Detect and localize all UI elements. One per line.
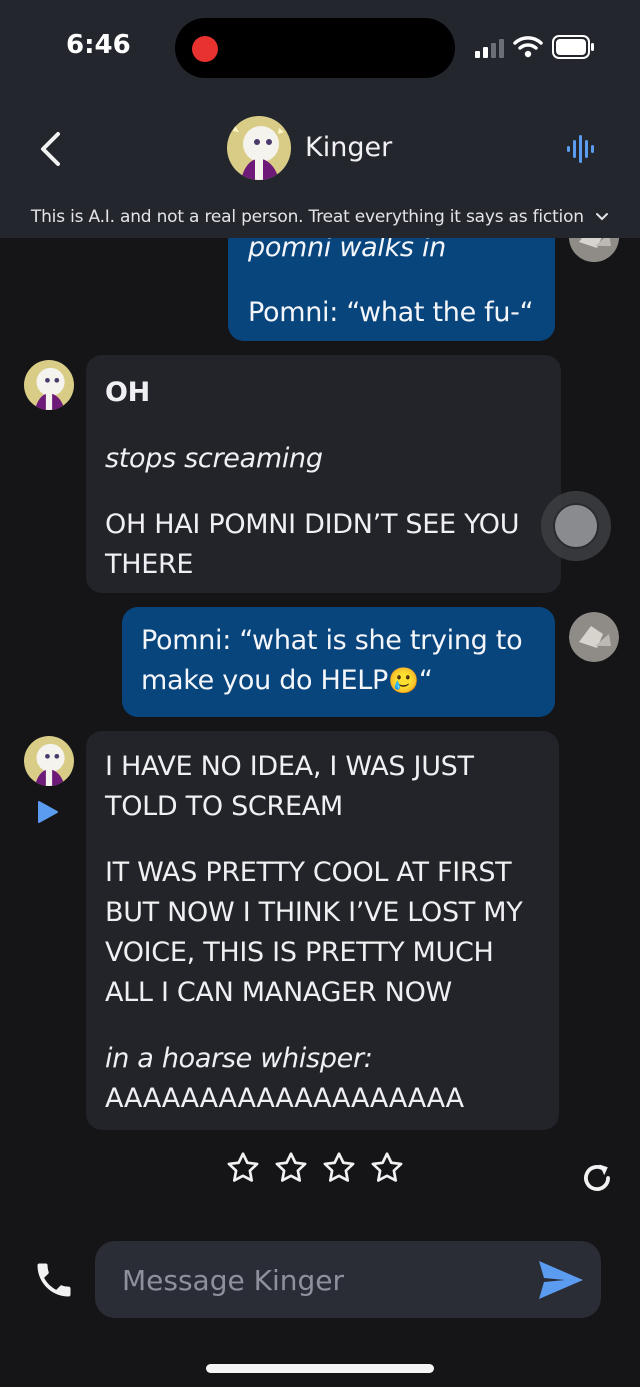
disclaimer-text: This is A.I. and not a real person. Trea…: [30, 207, 584, 227]
top-bar: 6:46 Kinger This is A.I. and not a real …: [0, 0, 640, 238]
status-time: 6:46: [66, 30, 131, 60]
assistive-touch-button[interactable]: [541, 491, 611, 561]
send-icon[interactable]: [537, 1259, 585, 1301]
message-action-text: in a hoarse whisper:: [105, 1043, 373, 1074]
message-text: VOICE, THIS IS PRETTY MUCH: [105, 937, 494, 968]
bot-message-bubble: OH stops screaming OH HAI POMNI DIDN’T S…: [86, 355, 561, 593]
star-outline-icon[interactable]: [321, 1150, 357, 1186]
back-chevron-icon[interactable]: [36, 130, 64, 168]
home-indicator: [206, 1364, 434, 1373]
message-action-text: stops screaming: [105, 443, 323, 474]
crying-smile-emoji: 🥲: [388, 666, 419, 695]
rating-stars: [225, 1150, 405, 1186]
signal-icon: [475, 39, 504, 58]
character-avatar[interactable]: [227, 116, 291, 180]
message-text: I HAVE NO IDEA, I WAS JUST: [105, 751, 474, 782]
user-avatar[interactable]: [569, 612, 619, 662]
recording-indicator-icon: [192, 36, 218, 62]
chevron-down-icon[interactable]: [595, 212, 609, 222]
bot-message-bubble: I HAVE NO IDEA, I WAS JUST TOLD TO SCREA…: [86, 731, 559, 1130]
message-text: ALL I CAN MANAGER NOW: [105, 977, 452, 1008]
character-avatar[interactable]: [24, 360, 74, 410]
message-text: OH: [105, 377, 150, 408]
user-message-bubble: Pomni: “what is she trying to make you d…: [122, 607, 555, 717]
message-text: IT WAS PRETTY COOL AT FIRST: [105, 857, 512, 888]
play-icon[interactable]: [37, 800, 59, 824]
message-text: Pomni: “what is she trying to: [141, 625, 523, 656]
phone-icon[interactable]: [32, 1258, 76, 1302]
regenerate-icon[interactable]: [578, 1158, 616, 1198]
message-composer[interactable]: [95, 1241, 601, 1320]
dynamic-island: [175, 18, 455, 78]
battery-icon: [552, 35, 594, 59]
message-text: Pomni: “what the fu-“: [248, 297, 534, 328]
message-text: make you do HELP: [141, 665, 389, 696]
message-input[interactable]: [120, 1241, 524, 1320]
message-text: THERE: [105, 549, 194, 580]
star-outline-icon[interactable]: [273, 1150, 309, 1186]
ai-disclaimer[interactable]: This is A.I. and not a real person. Trea…: [0, 207, 640, 227]
character-name[interactable]: Kinger: [305, 132, 392, 163]
message-text: “: [418, 665, 433, 696]
message-text: TOLD TO SCREAM: [105, 791, 343, 822]
star-outline-icon[interactable]: [369, 1150, 405, 1186]
message-text: OH HAI POMNI DIDN’T SEE YOU: [105, 509, 520, 540]
character-avatar[interactable]: [24, 736, 74, 786]
message-text: AAAAAAAAAAAAAAAAAAA: [105, 1083, 464, 1114]
wifi-icon: [513, 36, 543, 58]
star-outline-icon[interactable]: [225, 1150, 261, 1186]
message-text: BUT NOW I THINK I’VE LOST MY: [105, 897, 523, 928]
voice-wave-icon[interactable]: [565, 134, 599, 164]
